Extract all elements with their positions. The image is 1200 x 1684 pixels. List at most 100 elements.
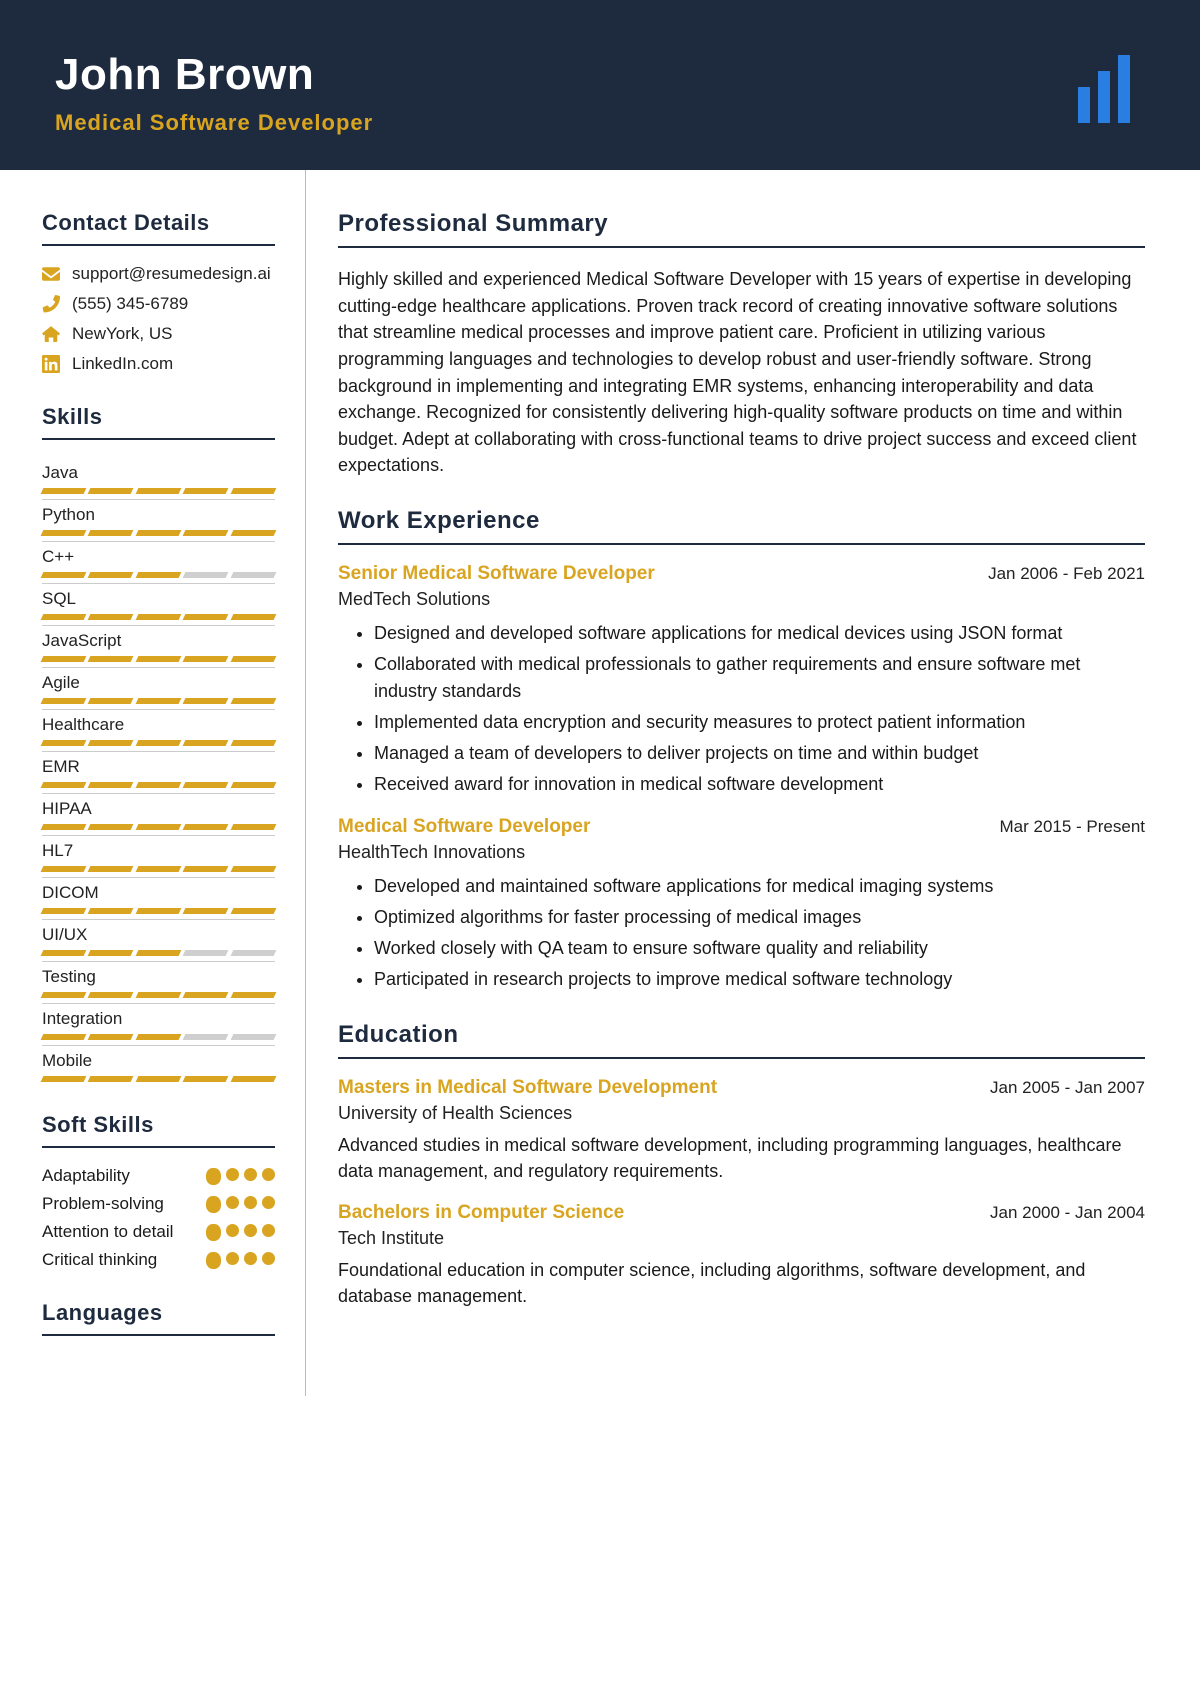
skill-segment bbox=[230, 1076, 276, 1082]
skill-level-bar bbox=[42, 740, 275, 746]
soft-skill-dots bbox=[206, 1196, 275, 1213]
skills-heading: Skills bbox=[42, 404, 275, 440]
resume-header: John Brown Medical Software Developer bbox=[0, 0, 1200, 170]
skill-level-bar bbox=[42, 824, 275, 830]
skill-segment bbox=[88, 740, 134, 746]
skill-row: Mobile bbox=[42, 1045, 275, 1082]
work-title: Senior Medical Software Developer bbox=[338, 563, 655, 585]
skill-segment bbox=[230, 572, 276, 578]
contact-row: NewYork, US bbox=[42, 324, 275, 344]
skill-segment bbox=[230, 992, 276, 998]
skill-segment bbox=[230, 1034, 276, 1040]
skill-row: Healthcare bbox=[42, 709, 275, 746]
skill-segment bbox=[88, 656, 134, 662]
soft-skill-row: Critical thinking bbox=[42, 1250, 275, 1270]
skill-segment bbox=[135, 782, 181, 788]
education-entry: Bachelors in Computer Science Jan 2000 - … bbox=[338, 1202, 1145, 1309]
phone-icon bbox=[42, 295, 60, 313]
soft-skill-name: Attention to detail bbox=[42, 1222, 173, 1242]
work-dates: Jan 2006 - Feb 2021 bbox=[988, 564, 1145, 584]
skill-segment bbox=[135, 908, 181, 914]
skill-segment bbox=[183, 572, 229, 578]
work-dates: Mar 2015 - Present bbox=[999, 817, 1145, 837]
work-bullets: Designed and developed software applicat… bbox=[374, 620, 1145, 798]
skill-segment bbox=[230, 782, 276, 788]
skill-segment bbox=[230, 698, 276, 704]
skill-segment bbox=[88, 530, 134, 536]
skill-row: HIPAA bbox=[42, 793, 275, 830]
skill-row: HL7 bbox=[42, 835, 275, 872]
contact-value: (555) 345-6789 bbox=[72, 294, 188, 314]
skill-name: Java bbox=[42, 458, 275, 488]
education-school: University of Health Sciences bbox=[338, 1103, 1145, 1124]
skill-segment bbox=[41, 824, 87, 830]
soft-skill-row: Problem-solving bbox=[42, 1194, 275, 1214]
skill-row: SQL bbox=[42, 583, 275, 620]
rating-dot bbox=[226, 1196, 239, 1209]
skill-segment bbox=[183, 530, 229, 536]
skill-segment bbox=[135, 488, 181, 494]
skill-segment bbox=[183, 782, 229, 788]
skill-segment bbox=[135, 656, 181, 662]
work-entry: Senior Medical Software Developer Jan 200… bbox=[338, 563, 1145, 798]
skill-level-bar bbox=[42, 614, 275, 620]
skill-segment bbox=[135, 614, 181, 620]
languages-heading: Languages bbox=[42, 1300, 275, 1336]
work-bullet: Designed and developed software applicat… bbox=[374, 620, 1145, 647]
skill-level-bar bbox=[42, 950, 275, 956]
education-dates: Jan 2000 - Jan 2004 bbox=[990, 1203, 1145, 1223]
skill-segment bbox=[230, 908, 276, 914]
soft-skills-section: Soft Skills AdaptabilityProblem-solvingA… bbox=[42, 1112, 275, 1270]
skill-segment bbox=[183, 992, 229, 998]
soft-skills-heading: Soft Skills bbox=[42, 1112, 275, 1148]
skills-section: Skills JavaPythonC++SQLJavaScriptAgileHe… bbox=[42, 404, 275, 1082]
skill-segment bbox=[41, 572, 87, 578]
education-title: Bachelors in Computer Science bbox=[338, 1202, 624, 1224]
contact-row: (555) 345-6789 bbox=[42, 294, 275, 314]
skill-segment bbox=[135, 698, 181, 704]
skill-level-bar bbox=[42, 530, 275, 536]
skill-segment bbox=[88, 1076, 134, 1082]
skill-level-bar bbox=[42, 992, 275, 998]
skill-segment bbox=[230, 530, 276, 536]
skill-segment bbox=[41, 1076, 87, 1082]
work-section: Work Experience Senior Medical Software … bbox=[338, 507, 1145, 993]
skill-segment bbox=[183, 908, 229, 914]
rating-dot bbox=[206, 1252, 221, 1269]
soft-skill-dots bbox=[206, 1252, 275, 1269]
rating-dot bbox=[226, 1168, 239, 1181]
skill-segment bbox=[230, 614, 276, 620]
skill-level-bar bbox=[42, 698, 275, 704]
skill-name: Agile bbox=[42, 667, 275, 698]
skill-segment bbox=[41, 530, 87, 536]
skill-segment bbox=[41, 656, 87, 662]
skill-name: UI/UX bbox=[42, 919, 275, 950]
soft-skill-dots bbox=[206, 1168, 275, 1185]
skill-segment bbox=[183, 866, 229, 872]
soft-skill-name: Problem-solving bbox=[42, 1194, 164, 1214]
skill-segment bbox=[183, 740, 229, 746]
rating-dot bbox=[244, 1252, 257, 1265]
skill-row: JavaScript bbox=[42, 625, 275, 662]
skill-row: UI/UX bbox=[42, 919, 275, 956]
skill-segment bbox=[88, 950, 134, 956]
skill-segment bbox=[41, 908, 87, 914]
skill-segment bbox=[88, 698, 134, 704]
skill-segment bbox=[135, 992, 181, 998]
skill-segment bbox=[88, 614, 134, 620]
skill-level-bar bbox=[42, 908, 275, 914]
skill-row: Integration bbox=[42, 1003, 275, 1040]
education-title: Masters in Medical Software Development bbox=[338, 1077, 717, 1099]
skill-level-bar bbox=[42, 572, 275, 578]
skill-name: Mobile bbox=[42, 1045, 275, 1076]
rating-dot bbox=[262, 1196, 275, 1209]
skill-level-bar bbox=[42, 488, 275, 494]
rating-dot bbox=[226, 1252, 239, 1265]
soft-skill-row: Attention to detail bbox=[42, 1222, 275, 1242]
skill-segment bbox=[135, 824, 181, 830]
education-desc: Advanced studies in medical software dev… bbox=[338, 1132, 1145, 1184]
soft-skill-dots bbox=[206, 1224, 275, 1241]
skill-name: C++ bbox=[42, 541, 275, 572]
skill-segment bbox=[183, 1076, 229, 1082]
rating-dot bbox=[262, 1168, 275, 1181]
